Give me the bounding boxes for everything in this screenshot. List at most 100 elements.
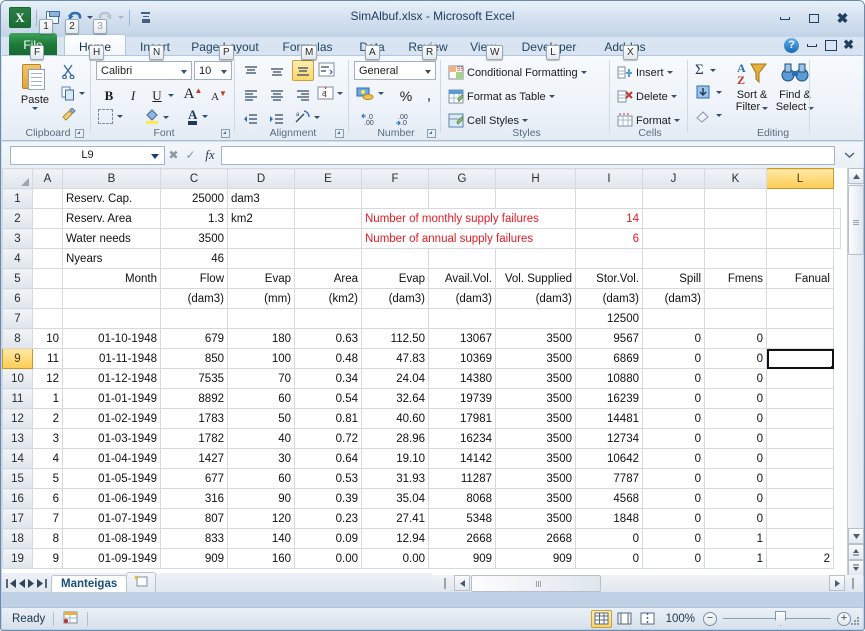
grow-font-button[interactable]: A ▲	[182, 84, 204, 105]
ribbon-minimize-window-icon[interactable]	[805, 36, 819, 54]
cell[interactable]: 0	[642, 368, 705, 389]
cell-styles-dropdown-arrow[interactable]	[521, 119, 528, 122]
zoom-slider-thumb[interactable]	[775, 611, 786, 626]
cell[interactable]	[704, 228, 767, 249]
cell[interactable]	[32, 288, 63, 309]
cell[interactable]: 100	[227, 348, 295, 369]
cell[interactable]	[428, 248, 496, 269]
cell[interactable]: 01-10-1948	[62, 328, 161, 349]
cell[interactable]: 0.23	[294, 508, 362, 529]
cell[interactable]: 1782	[160, 428, 228, 449]
cell[interactable]: Water needs	[62, 228, 161, 249]
cell[interactable]	[294, 208, 362, 229]
row-header-16[interactable]: 16	[2, 488, 33, 509]
cell[interactable]: 0	[704, 468, 767, 489]
cell[interactable]	[642, 208, 705, 229]
underline-button[interactable]: U	[146, 85, 168, 106]
page-layout-view-button[interactable]	[614, 610, 635, 628]
cell[interactable]: 19.10	[361, 448, 429, 469]
cell[interactable]: 120	[227, 508, 295, 529]
cell[interactable]: 14142	[428, 448, 496, 469]
cell[interactable]: 112.50	[361, 328, 429, 349]
cell[interactable]: 01-12-1948	[62, 368, 161, 389]
bold-button[interactable]: B	[98, 85, 120, 106]
formula-input[interactable]	[221, 145, 835, 165]
align-left-button[interactable]	[240, 85, 262, 106]
cell[interactable]	[294, 248, 362, 269]
horizontal-scroll-thumb[interactable]	[471, 575, 601, 592]
row-header-7[interactable]: 7	[2, 308, 33, 329]
previous-sheet-button[interactable]	[18, 579, 26, 590]
cell[interactable]: (dam3)	[428, 288, 496, 309]
column-header-l[interactable]: L	[766, 168, 834, 189]
cell[interactable]	[766, 228, 834, 249]
last-sheet-button[interactable]	[36, 579, 47, 590]
font-size-combobox[interactable]: 10	[194, 61, 232, 80]
cell[interactable]: 3500	[495, 488, 576, 509]
cell[interactable]: 0	[642, 408, 705, 429]
cell[interactable]: Fanual	[766, 268, 834, 289]
cell[interactable]: 909	[428, 548, 496, 569]
cell[interactable]: 01-04-1949	[62, 448, 161, 469]
column-header-a[interactable]: A	[32, 168, 63, 189]
cell[interactable]: 0	[704, 388, 767, 409]
cell[interactable]: 0	[704, 488, 767, 509]
cell[interactable]: 0	[704, 328, 767, 349]
cell[interactable]: 14	[575, 208, 643, 229]
cell[interactable]: Area	[294, 268, 362, 289]
cell[interactable]	[575, 188, 643, 209]
cell[interactable]: Nyears	[62, 248, 161, 269]
cell[interactable]: 01-07-1949	[62, 508, 161, 529]
clear-button[interactable]	[695, 108, 722, 123]
cell[interactable]: 17981	[428, 408, 496, 429]
conditional-formatting-button[interactable]: 55 Conditional Formatting	[448, 62, 587, 83]
next-page-button[interactable]	[848, 560, 864, 576]
cell[interactable]: 0	[704, 348, 767, 369]
cell[interactable]: 01-09-1949	[62, 548, 161, 569]
cell[interactable]: 11	[32, 348, 63, 369]
cell[interactable]: 3500	[495, 508, 576, 529]
cell[interactable]: 2668	[428, 528, 496, 549]
cell[interactable]	[704, 308, 767, 329]
merge-center-dropdown-arrow[interactable]	[337, 91, 343, 95]
cell[interactable]	[642, 308, 705, 329]
sheet-tab-manteigas[interactable]: Manteigas	[51, 575, 128, 592]
normal-view-button[interactable]	[590, 609, 612, 628]
fill-dropdown-arrow[interactable]	[716, 91, 722, 94]
cell[interactable]: 8068	[428, 488, 496, 509]
cell[interactable]	[833, 208, 841, 229]
cell[interactable]: 11287	[428, 468, 496, 489]
cell[interactable]: 12.94	[361, 528, 429, 549]
cell[interactable]	[227, 248, 295, 269]
cell[interactable]: 40	[227, 428, 295, 449]
name-box[interactable]: L9	[10, 145, 165, 165]
cell[interactable]	[766, 488, 834, 509]
cell[interactable]	[160, 308, 228, 329]
conditional-formatting-dropdown-arrow[interactable]	[580, 71, 587, 74]
column-header-c[interactable]: C	[160, 168, 228, 189]
name-box-dropdown-arrow[interactable]	[151, 153, 159, 159]
cell[interactable]: 0.00	[361, 548, 429, 569]
cell[interactable]: 0	[642, 448, 705, 469]
cell[interactable]: 3500	[495, 368, 576, 389]
cell[interactable]: Evap	[227, 268, 295, 289]
cell[interactable]: 31.93	[361, 468, 429, 489]
cell[interactable]	[642, 188, 705, 209]
merge-center-button[interactable]: a	[317, 86, 343, 100]
cell[interactable]: 01-03-1949	[62, 428, 161, 449]
cell[interactable]: 0.72	[294, 428, 362, 449]
cell[interactable]: Vol. Supplied	[495, 268, 576, 289]
format-as-table-button[interactable]: Format as Table	[448, 86, 555, 107]
top-align-button[interactable]	[240, 61, 262, 82]
wrap-text-button[interactable]	[318, 62, 335, 77]
cell[interactable]	[766, 288, 834, 309]
cell[interactable]	[766, 408, 834, 429]
cell[interactable]: 2	[32, 408, 63, 429]
format-painter-button[interactable]	[61, 107, 77, 125]
row-header-15[interactable]: 15	[2, 468, 33, 489]
cell[interactable]	[766, 428, 834, 449]
cell[interactable]	[766, 508, 834, 529]
cell[interactable]: 01-01-1949	[62, 388, 161, 409]
cell[interactable]: 0	[642, 508, 705, 529]
cell[interactable]: (km2)	[294, 288, 362, 309]
